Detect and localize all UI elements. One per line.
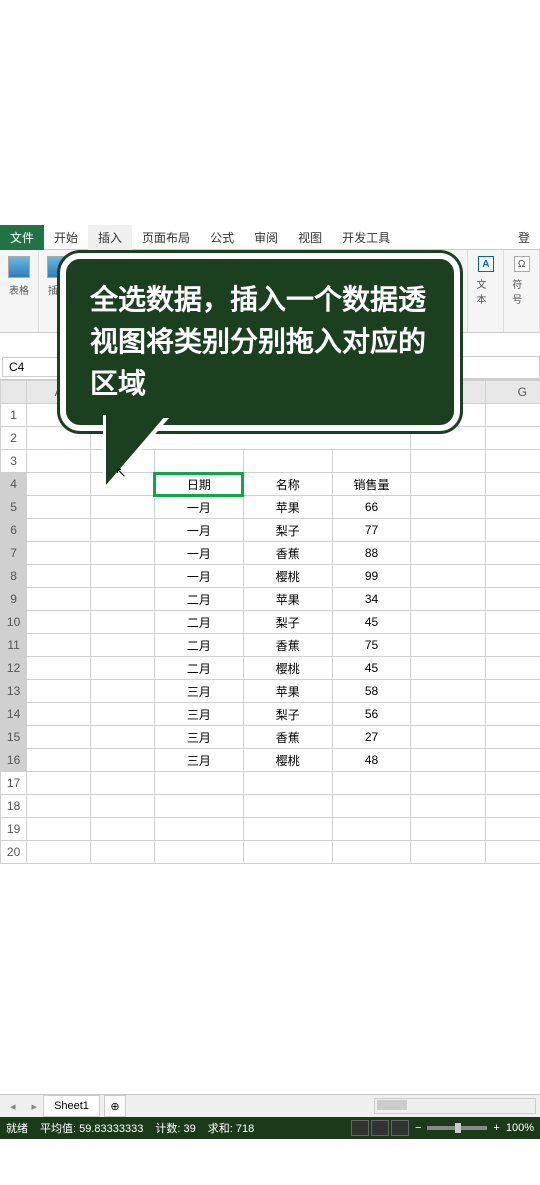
normal-view-icon[interactable] (351, 1120, 369, 1136)
row-header[interactable]: 2 (1, 427, 27, 450)
row-header[interactable]: 3 (1, 450, 27, 473)
status-average: 平均值: 59.83333333 (40, 1120, 143, 1136)
text-button[interactable]: A文本 (474, 254, 497, 308)
new-sheet-button[interactable]: ⊕ (104, 1095, 126, 1117)
cell[interactable]: 苹果 (243, 588, 332, 611)
ribbon-tab-bar: 文件 开始 插入 页面布局 公式 审阅 视图 开发工具 登 (0, 225, 540, 250)
cell[interactable]: 58 (332, 680, 411, 703)
row-header[interactable]: 20 (1, 841, 27, 864)
cell[interactable]: 一月 (154, 519, 243, 542)
cell[interactable]: 樱桃 (243, 749, 332, 772)
row-header[interactable]: 6 (1, 519, 27, 542)
symbol-button[interactable]: Ω符号 (510, 254, 533, 308)
cell[interactable]: 一月 (154, 542, 243, 565)
row-header[interactable]: 18 (1, 795, 27, 818)
cell[interactable]: 二月 (154, 657, 243, 680)
cell[interactable]: 日期 (154, 473, 243, 496)
tab-review[interactable]: 审阅 (244, 225, 288, 250)
zoom-level[interactable]: 100% (506, 1122, 534, 1134)
status-sum: 求和: 718 (208, 1120, 254, 1136)
sheet-tab-bar: ◂ ▸ Sheet1 ⊕ (0, 1094, 540, 1117)
cell[interactable]: 99 (332, 565, 411, 588)
tab-file[interactable]: 文件 (0, 225, 44, 250)
cell[interactable]: 梨子 (243, 703, 332, 726)
row-header[interactable]: 1 (1, 404, 27, 427)
cell[interactable]: 樱桃 (243, 657, 332, 680)
cell[interactable]: 27 (332, 726, 411, 749)
mouse-cursor-icon: ↖ (115, 464, 127, 481)
horizontal-scrollbar[interactable] (374, 1098, 536, 1114)
cell[interactable]: 三月 (154, 680, 243, 703)
row-header[interactable]: 15 (1, 726, 27, 749)
tab-view[interactable]: 视图 (288, 225, 332, 250)
cell[interactable]: 75 (332, 634, 411, 657)
row-header[interactable]: 5 (1, 496, 27, 519)
cell[interactable]: 二月 (154, 588, 243, 611)
page-break-view-icon[interactable] (391, 1120, 409, 1136)
cell[interactable]: 66 (332, 496, 411, 519)
page-layout-view-icon[interactable] (371, 1120, 389, 1136)
zoom-out-icon[interactable]: − (415, 1122, 421, 1134)
row-header[interactable]: 14 (1, 703, 27, 726)
row-header[interactable]: 12 (1, 657, 27, 680)
status-bar: 就绪 平均值: 59.83333333 计数: 39 求和: 718 − + 1… (0, 1117, 540, 1139)
cell[interactable]: 苹果 (243, 680, 332, 703)
tab-nav-prev-icon[interactable]: ◂ (0, 1100, 26, 1113)
worksheet-area[interactable]: A B C D E F G 1 2会动的图表 3 4日期名称销售量 5一月苹果6… (0, 380, 540, 870)
row-header[interactable]: 9 (1, 588, 27, 611)
cell[interactable]: 一月 (154, 496, 243, 519)
select-all-corner[interactable] (1, 381, 27, 404)
cell[interactable]: 销售量 (332, 473, 411, 496)
cell[interactable]: 梨子 (243, 519, 332, 542)
tab-developer[interactable]: 开发工具 (332, 225, 400, 250)
sign-in-link[interactable]: 登 (508, 225, 540, 250)
cell[interactable]: 香蕉 (243, 634, 332, 657)
tab-home[interactable]: 开始 (44, 225, 88, 250)
cell[interactable]: 一月 (154, 565, 243, 588)
cell[interactable]: 二月 (154, 634, 243, 657)
cell[interactable]: 苹果 (243, 496, 332, 519)
cell[interactable]: 梨子 (243, 611, 332, 634)
cell[interactable]: 香蕉 (243, 726, 332, 749)
row-header[interactable]: 11 (1, 634, 27, 657)
cell[interactable]: 三月 (154, 749, 243, 772)
tab-nav-next-icon[interactable]: ▸ (26, 1100, 44, 1113)
row-header[interactable]: 4 (1, 473, 27, 496)
cell[interactable]: 三月 (154, 703, 243, 726)
zoom-in-icon[interactable]: + (493, 1122, 499, 1134)
tab-formulas[interactable]: 公式 (200, 225, 244, 250)
row-header[interactable]: 13 (1, 680, 27, 703)
view-mode-buttons[interactable] (351, 1120, 409, 1136)
tab-page-layout[interactable]: 页面布局 (132, 225, 200, 250)
cell[interactable]: 34 (332, 588, 411, 611)
cell[interactable]: 二月 (154, 611, 243, 634)
row-header[interactable]: 7 (1, 542, 27, 565)
cell[interactable]: 三月 (154, 726, 243, 749)
zoom-slider[interactable] (427, 1126, 487, 1130)
cell[interactable]: 56 (332, 703, 411, 726)
row-header[interactable]: 17 (1, 772, 27, 795)
sheet-tab[interactable]: Sheet1 (43, 1095, 100, 1117)
instruction-callout: 全选数据，插入一个数据透视图将类别分别拖入对应的区域 (60, 253, 460, 431)
status-ready: 就绪 (6, 1120, 28, 1136)
row-header[interactable]: 10 (1, 611, 27, 634)
col-header-g[interactable]: G (485, 381, 540, 404)
status-count: 计数: 39 (155, 1120, 195, 1136)
spreadsheet-grid: A B C D E F G 1 2会动的图表 3 4日期名称销售量 5一月苹果6… (0, 380, 540, 864)
cell[interactable]: 香蕉 (243, 542, 332, 565)
cell[interactable]: 樱桃 (243, 565, 332, 588)
cell[interactable]: 77 (332, 519, 411, 542)
row-header[interactable]: 16 (1, 749, 27, 772)
cell[interactable]: 名称 (243, 473, 332, 496)
cell[interactable]: 48 (332, 749, 411, 772)
cell[interactable]: 45 (332, 657, 411, 680)
tables-button[interactable]: 表格 (6, 254, 32, 299)
row-header[interactable]: 8 (1, 565, 27, 588)
tab-insert[interactable]: 插入 (88, 225, 132, 250)
row-header[interactable]: 19 (1, 818, 27, 841)
cell[interactable]: 45 (332, 611, 411, 634)
cell[interactable]: 88 (332, 542, 411, 565)
